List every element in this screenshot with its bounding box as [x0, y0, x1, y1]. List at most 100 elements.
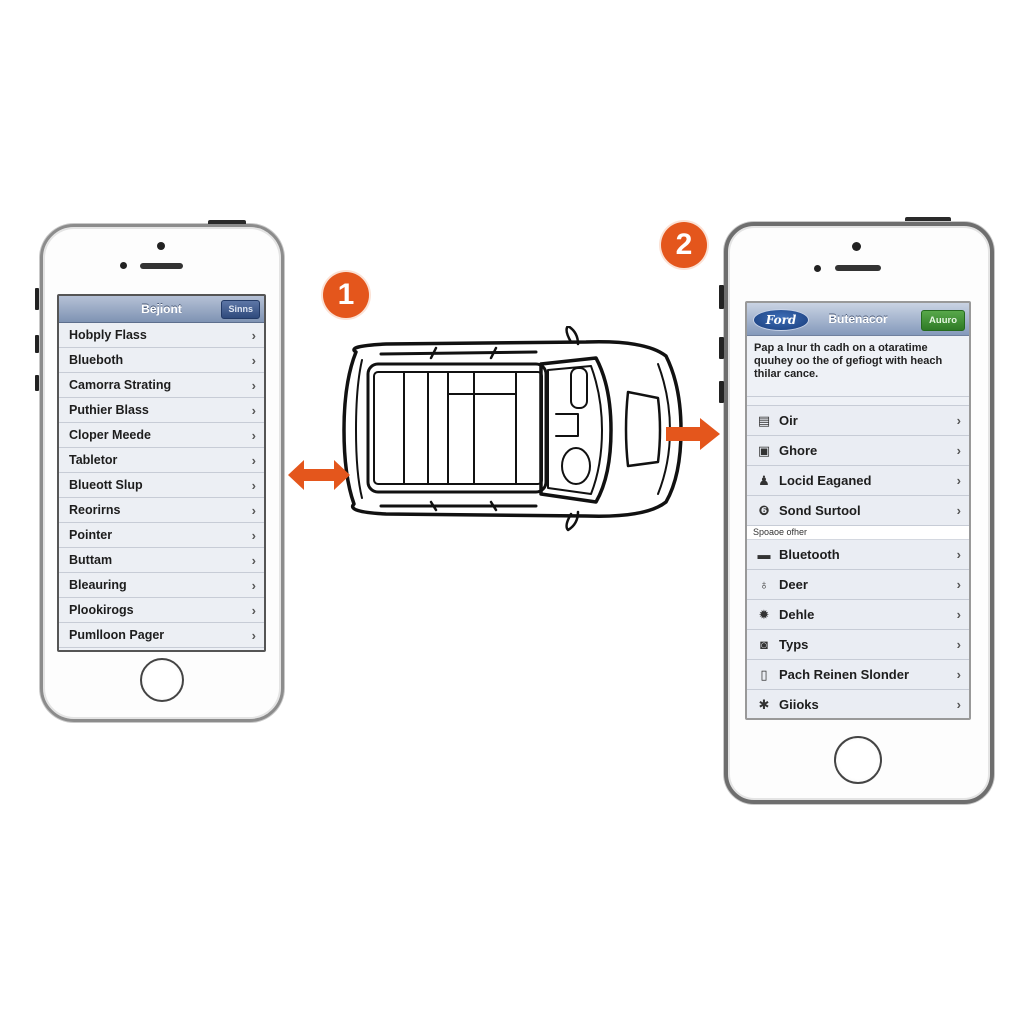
right-list-item-dehle[interactable]: ✹ Dehle › — [747, 600, 969, 630]
chevron-right-icon: › — [251, 527, 256, 543]
left-list-item-blueott-slup[interactable]: Blueott Slup › — [59, 473, 264, 498]
left-navbar-button[interactable]: Sinns — [221, 300, 260, 319]
left-list-item-hobply-flass[interactable]: Hobply Flass › — [59, 323, 264, 348]
list-item-label: Buttam — [69, 553, 113, 567]
left-list-item-pumlloon-pager[interactable]: Pumlloon Pager › — [59, 623, 264, 648]
ford-logo: Ford — [753, 309, 809, 331]
left-phone-power-button — [208, 220, 246, 224]
left-list-item-camorra-strating[interactable]: Camorra Strating › — [59, 373, 264, 398]
chevron-right-icon: › — [251, 427, 256, 443]
list-item-label: Typs — [779, 637, 809, 652]
right-phone-power-button — [905, 217, 951, 221]
left-phone-mute-switch — [35, 288, 39, 310]
right-list-item-deer[interactable]: ♁ Deer › — [747, 570, 969, 600]
left-phone-screen: Bejiont Sinns Hobply Flass › Blueboth › Camo… — [57, 294, 266, 652]
trash-icon: ▯ — [760, 666, 768, 682]
left-list-item-bleauring[interactable]: Bleauring › — [59, 573, 264, 598]
spacer — [747, 397, 969, 406]
right-settings-list-bottom: ▬ Bluetooth › ♁ Deer › ✹ Dehle › ◙ Typs › ▯ Pach Rein… — [747, 540, 969, 718]
chevron-right-icon: › — [956, 637, 961, 652]
list-item-label: Pumlloon Pager — [69, 628, 165, 642]
left-phone-volume-up — [35, 335, 39, 353]
chevron-right-icon: › — [956, 443, 961, 458]
chevron-right-icon: › — [251, 502, 256, 518]
left-phone-volume-down — [35, 375, 39, 391]
chevron-right-icon: › — [956, 547, 961, 562]
chevron-right-icon: › — [251, 602, 256, 618]
left-phone-front-camera — [157, 242, 165, 250]
left-list-item-pointer[interactable]: Pointer › — [59, 523, 264, 548]
right-list-item-bluetooth[interactable]: ▬ Bluetooth › — [747, 540, 969, 570]
chevron-right-icon: › — [251, 477, 256, 493]
list-item-label: Locid Eaganed — [779, 473, 872, 488]
list-item-label: Sond Surtool — [779, 503, 861, 518]
right-navbar-title: Butenacor — [828, 312, 888, 326]
tv-icon: ▣ — [757, 442, 771, 458]
chevron-right-icon: › — [956, 697, 961, 712]
left-phone-home-button[interactable] — [140, 658, 184, 702]
left-list-item-plookirogs[interactable]: Plookirogs › — [59, 598, 264, 623]
chevron-right-icon: › — [251, 352, 256, 368]
list-item-label: Bluetooth — [779, 547, 840, 562]
left-phone-speaker — [140, 263, 183, 269]
chevron-right-icon: › — [251, 577, 256, 593]
left-list-item-reorirns[interactable]: Reorirns › — [59, 498, 264, 523]
chevron-right-icon: › — [956, 577, 961, 592]
right-list-item-giioks[interactable]: ✱ Giioks › — [747, 690, 969, 718]
list-item-label: Oir — [779, 413, 798, 428]
list-item-label: Dehle — [779, 607, 815, 622]
chevron-right-icon: › — [251, 552, 256, 568]
chevron-right-icon: › — [956, 473, 961, 488]
person-icon: ♟ — [758, 472, 770, 488]
right-phone-mute-switch — [719, 285, 724, 309]
location-pin-icon: ♁ — [759, 577, 769, 592]
lock-icon: ❻ — [758, 502, 770, 518]
right-list-item-typs[interactable]: ◙ Typs › — [747, 630, 969, 660]
step-2-badge: 2 — [661, 222, 707, 268]
list-item-label: Puthier Blass — [69, 403, 149, 417]
chevron-right-icon: › — [956, 413, 961, 428]
chevron-right-icon: › — [956, 503, 961, 518]
right-settings-list-top: ▤ Oir › ▣ Ghore › ♟ Locid Eaganed › ❻ Sond Surtool… — [747, 406, 969, 526]
list-item-label: Plookirogs — [69, 603, 134, 617]
left-list-item-blueboth[interactable]: Blueboth › — [59, 348, 264, 373]
chevron-right-icon: › — [251, 377, 256, 393]
right-phone-screen: Ford Butenacor Auuro Pap a lnur th cadh … — [745, 301, 971, 720]
right-phone-sensor — [814, 265, 821, 272]
chat-bubble-icon: ◙ — [760, 637, 768, 652]
list-item-label: Bleauring — [69, 578, 127, 592]
right-phone-volume-down — [719, 381, 724, 403]
chevron-right-icon: › — [956, 607, 961, 622]
list-item-label: Pach Reinen Slonder — [779, 667, 910, 682]
list-item-label: Cloper Meede — [69, 428, 151, 442]
right-arrow-icon — [666, 418, 720, 450]
dash-icon: ▬ — [757, 547, 771, 562]
right-list-item-ghore[interactable]: ▣ Ghore › — [747, 436, 969, 466]
right-list-item-pach-reinen-slonder[interactable]: ▯ Pach Reinen Slonder › — [747, 660, 969, 690]
list-item-label: Blueott Slup — [69, 478, 143, 492]
list-item-label: Reorirns — [69, 503, 121, 517]
left-list-item-buttam[interactable]: Buttam › — [59, 548, 264, 573]
right-list-item-oir[interactable]: ▤ Oir › — [747, 406, 969, 436]
list-item-label: Pointer — [69, 528, 113, 542]
left-list-item-puthier-blass[interactable]: Puthier Blass › — [59, 398, 264, 423]
right-list-item-sond-surtool[interactable]: ❻ Sond Surtool › — [747, 496, 969, 526]
chevron-right-icon: › — [251, 627, 256, 643]
chevron-right-icon: › — [956, 667, 961, 682]
double-arrow-left-icon — [288, 460, 350, 490]
section-header: Spoaoe ofher — [747, 526, 969, 540]
list-item-label: Deer — [779, 577, 808, 592]
left-settings-list: Hobply Flass › Blueboth › Camorra Strating › P… — [59, 323, 264, 648]
left-list-item-tabletor[interactable]: Tabletor › — [59, 448, 264, 473]
left-list-item-cloper-meede[interactable]: Cloper Meede › — [59, 423, 264, 448]
car-top-view-illustration — [342, 326, 683, 532]
list-item-label: Blueboth — [69, 353, 124, 367]
right-navbar-audio-button[interactable]: Auuro — [921, 310, 965, 331]
chevron-right-icon: › — [251, 402, 256, 418]
list-item-label: Hobply Flass — [69, 328, 147, 342]
left-phone-sensor — [120, 262, 127, 269]
right-phone-volume-up — [719, 337, 724, 359]
right-phone-front-camera — [852, 242, 861, 251]
right-list-item-locid-eaganed[interactable]: ♟ Locid Eaganed › — [747, 466, 969, 496]
right-phone-home-button[interactable] — [834, 736, 882, 784]
